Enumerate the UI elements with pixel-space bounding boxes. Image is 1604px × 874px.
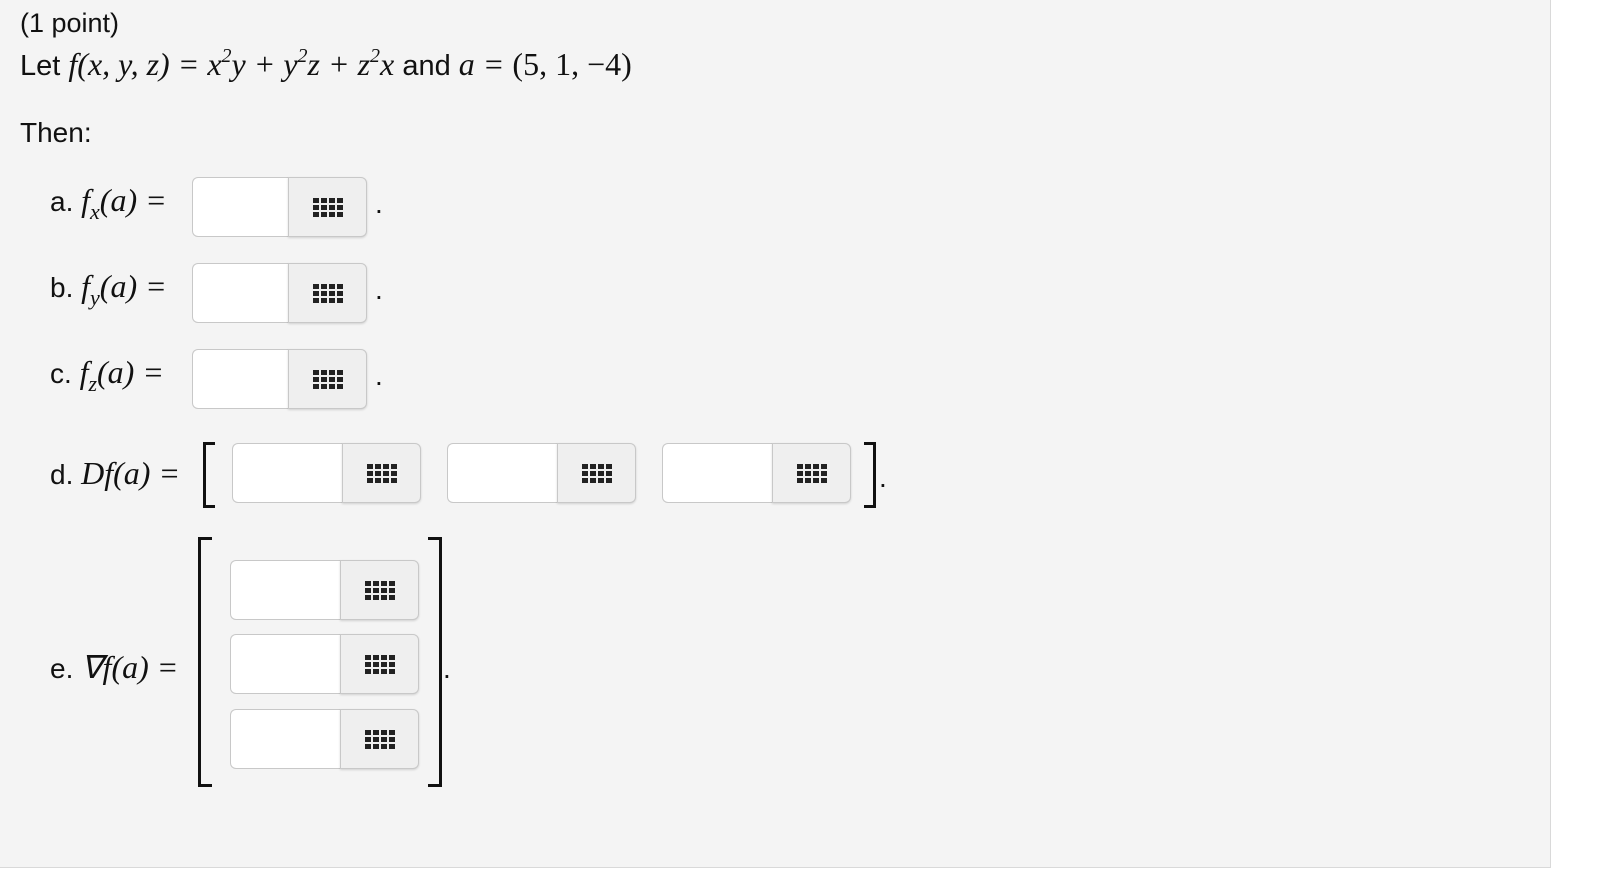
answer-c xyxy=(192,349,367,409)
and-word: and xyxy=(402,50,451,82)
grid-icon xyxy=(364,729,395,749)
column-vector-right-bracket xyxy=(428,537,442,787)
points-label: (1 point) xyxy=(20,8,120,38)
answer-b xyxy=(192,263,367,323)
answer-a-input[interactable] xyxy=(192,177,288,237)
answer-c-input[interactable] xyxy=(192,349,288,409)
part-a-period: . xyxy=(375,188,383,219)
equation-editor-button-d3[interactable] xyxy=(772,443,851,503)
part-c-period: . xyxy=(375,360,383,391)
part-d-period: . xyxy=(879,462,887,493)
equation-editor-button-c[interactable] xyxy=(288,349,367,409)
row-vector-left-bracket xyxy=(203,442,215,508)
answer-d3 xyxy=(662,443,852,503)
equation-editor-button-a[interactable] xyxy=(288,177,367,237)
answer-e3-input[interactable] xyxy=(230,709,340,769)
answer-d3-input[interactable] xyxy=(662,443,772,503)
answer-a xyxy=(192,177,367,237)
part-b-period: . xyxy=(375,274,383,305)
problem-statement: Let f(x, y, z) = x2y + y2z + z2x and a =… xyxy=(20,45,632,83)
part-c-label: c. fz(a) = xyxy=(50,354,164,396)
answer-d1 xyxy=(232,443,422,503)
grid-icon xyxy=(364,580,395,600)
answer-d2 xyxy=(447,443,637,503)
equation-editor-button-e1[interactable] xyxy=(340,560,419,620)
grid-icon xyxy=(312,283,343,303)
function-lhs: f(x, y, z) = xyxy=(68,46,200,82)
column-vector-left-bracket xyxy=(198,537,212,787)
grid-icon xyxy=(364,654,395,674)
answer-b-input[interactable] xyxy=(192,263,288,323)
grid-icon xyxy=(312,369,343,389)
answer-e1 xyxy=(230,560,420,620)
function-rhs: x2y + y2z + z2x xyxy=(207,45,395,82)
part-e-label: e. ∇f(a) = xyxy=(50,649,179,685)
grid-icon xyxy=(366,463,397,483)
answer-e2-input[interactable] xyxy=(230,634,340,694)
grid-icon xyxy=(796,463,827,483)
answer-d2-input[interactable] xyxy=(447,443,557,503)
answer-e1-input[interactable] xyxy=(230,560,340,620)
grid-icon xyxy=(312,197,343,217)
answer-e2 xyxy=(230,634,420,694)
then-label: Then: xyxy=(20,117,92,148)
part-e-period: . xyxy=(443,653,451,684)
equation-editor-button-b[interactable] xyxy=(288,263,367,323)
answer-d1-input[interactable] xyxy=(232,443,342,503)
equation-editor-button-d2[interactable] xyxy=(557,443,636,503)
equation-editor-button-e2[interactable] xyxy=(340,634,419,694)
equation-editor-button-d1[interactable] xyxy=(342,443,421,503)
let-word: Let xyxy=(20,50,61,82)
point-lhs: a = xyxy=(458,46,505,82)
answer-e3 xyxy=(230,709,420,769)
part-a-label: a. fx(a) = xyxy=(50,182,167,224)
equation-editor-button-e3[interactable] xyxy=(340,709,419,769)
row-vector-right-bracket xyxy=(864,442,876,508)
part-d-label: d. Df(a) = xyxy=(50,455,181,491)
point-value: (5, 1, −4) xyxy=(512,46,632,82)
grid-icon xyxy=(581,463,612,483)
part-b-label: b. fy(a) = xyxy=(50,268,167,310)
